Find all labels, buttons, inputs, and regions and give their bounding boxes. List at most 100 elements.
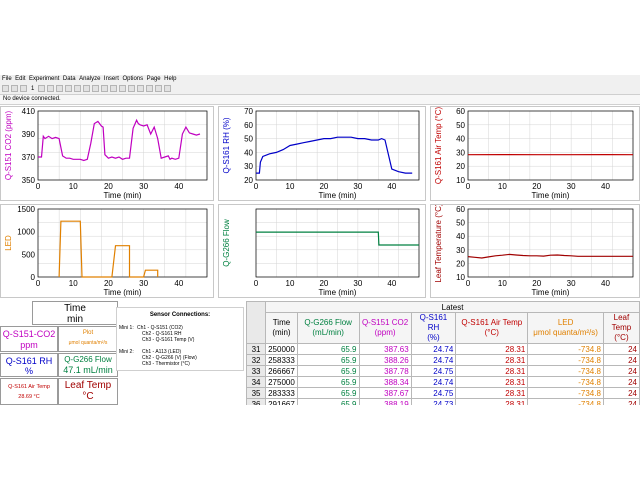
scale-icon[interactable]: [56, 85, 63, 92]
row-index[interactable]: 34: [246, 376, 267, 388]
data-table[interactable]: Latest Time (min) Q-G266 Flow (mL/min) Q-S…: [246, 301, 640, 405]
cell-col-air-temp[interactable]: 28.31: [455, 343, 529, 355]
menu-data[interactable]: Data: [61, 76, 77, 82]
cell-col-rh[interactable]: 24.74: [410, 354, 457, 366]
table-row[interactable]: 33 266667 65.9 387.78 24.75 28.31 -734.8 24: [246, 365, 640, 377]
cell-col-flow[interactable]: 65.9: [296, 343, 360, 355]
meter-rh[interactable]: Q-S161 RH %: [0, 353, 58, 377]
stats-icon[interactable]: [146, 85, 153, 92]
header-col-co2[interactable]: Q-S151 CO2 (ppm): [358, 312, 412, 344]
cell-col-time[interactable]: 258333: [265, 354, 298, 366]
cell-col-rh[interactable]: 24.74: [410, 343, 457, 355]
graph-co2[interactable]: 410 390 370 350 0 10 20 30 40 Time (min) Q-S151 CO…: [0, 106, 214, 201]
cell-col-time[interactable]: 283333: [265, 387, 298, 399]
cell-col-time[interactable]: 291667: [265, 398, 298, 405]
cell-col-flow[interactable]: 65.9: [296, 365, 360, 377]
cell-col-led[interactable]: -734.8: [527, 376, 604, 388]
menu-options[interactable]: Options: [120, 76, 144, 82]
graph-icon[interactable]: [65, 85, 72, 92]
open-file-icon[interactable]: [11, 85, 18, 92]
graph-flow[interactable]: 0 10 20 30 40 Time (min) Q-G266 Flow: [218, 204, 426, 298]
annotate-icon[interactable]: [164, 85, 171, 92]
zoom-icon[interactable]: [47, 85, 54, 92]
menu-page[interactable]: Page: [145, 76, 163, 82]
cell-col-co2[interactable]: 388.34: [358, 376, 412, 388]
cell-col-rh[interactable]: 24.75: [410, 387, 457, 399]
cell-col-co2[interactable]: 387.78: [358, 365, 412, 377]
integrate-icon[interactable]: [137, 85, 144, 92]
cell-col-led[interactable]: -734.8: [527, 354, 604, 366]
run-count[interactable]: 1: [31, 84, 34, 94]
cell-col-air-temp[interactable]: 28.31: [455, 398, 529, 405]
cell-col-led[interactable]: -734.8: [527, 398, 604, 405]
cell-col-time[interactable]: 275000: [265, 376, 298, 388]
cell-col-leaf-temp[interactable]: 24: [602, 365, 640, 377]
cell-col-time[interactable]: 250000: [265, 343, 298, 355]
meter-leaf-temp[interactable]: Leaf Temp °C: [58, 378, 118, 405]
header-col-rh[interactable]: Q-S161 RH (%): [410, 312, 457, 344]
cell-col-co2[interactable]: 388.26: [358, 354, 412, 366]
cell-col-leaf-temp[interactable]: 24: [602, 376, 640, 388]
graph-leaf-temp[interactable]: 60 50 40 30 20 10 0 10 20 30 40 Time (min) Leaf Temp…: [430, 204, 640, 298]
cell-col-rh[interactable]: 24.75: [410, 365, 457, 377]
menu-edit[interactable]: Edit: [13, 76, 27, 82]
header-col-led[interactable]: LED μmol quanta/m²/s): [527, 312, 604, 344]
cell-col-flow[interactable]: 65.9: [296, 398, 360, 405]
cell-col-leaf-temp[interactable]: 24: [602, 343, 640, 355]
text-icon[interactable]: [92, 85, 99, 92]
cursor-icon[interactable]: [110, 85, 117, 92]
meter-icon[interactable]: [83, 85, 90, 92]
graph-led[interactable]: 1500 1000 500 0 0 10 20 30 40 Time (min) LED: [0, 204, 214, 298]
header-col-leaf-temp[interactable]: Leaf Temp (°C): [602, 312, 640, 344]
cell-col-co2[interactable]: 388.19: [358, 398, 412, 405]
menu-analyze[interactable]: Analyze: [77, 76, 102, 82]
meter-led[interactable]: Plot μmol quanta/m²/s: [58, 326, 118, 352]
cell-col-air-temp[interactable]: 28.31: [455, 365, 529, 377]
table-row[interactable]: 35 283333 65.9 387.67 24.75 28.31 -734.8 24: [246, 387, 640, 399]
row-index[interactable]: 35: [246, 387, 267, 399]
cell-col-air-temp[interactable]: 28.31: [455, 387, 529, 399]
meter-co2[interactable]: Q-S151-CO2 ppm: [0, 326, 58, 352]
row-index[interactable]: 33: [246, 365, 267, 377]
cell-col-led[interactable]: -734.8: [527, 343, 604, 355]
cell-col-flow[interactable]: 65.9: [296, 376, 360, 388]
arrow-icon[interactable]: [101, 85, 108, 92]
table-row[interactable]: 36 291667 65.9 388.19 24.73 28.31 -734.8 24: [246, 398, 640, 405]
menu-experiment[interactable]: Experiment: [27, 76, 61, 82]
cell-col-flow[interactable]: 65.9: [296, 354, 360, 366]
cell-col-co2[interactable]: 387.67: [358, 387, 412, 399]
cell-col-rh[interactable]: 24.73: [410, 398, 457, 405]
cell-col-leaf-temp[interactable]: 24: [602, 387, 640, 399]
cell-col-co2[interactable]: 387.63: [358, 343, 412, 355]
cell-col-air-temp[interactable]: 28.31: [455, 376, 529, 388]
meter-air-temp[interactable]: Q-S161 Air Temp 28.69 °C: [0, 378, 58, 405]
meter-flow[interactable]: Q-G266 Flow 47.1 mL/min: [58, 353, 118, 377]
menu-help[interactable]: Help: [162, 76, 178, 82]
menu-file[interactable]: File: [0, 76, 13, 82]
cell-col-leaf-temp[interactable]: 24: [602, 398, 640, 405]
cell-col-air-temp[interactable]: 28.31: [455, 354, 529, 366]
meter-time[interactable]: Time min: [32, 301, 118, 325]
graph-air-temp[interactable]: 60 50 40 30 20 10 0 10 20 30 40 Time (min) Q-S161 Ai…: [430, 106, 640, 201]
dropdown-arrow-icon[interactable]: [38, 85, 45, 92]
cell-col-rh[interactable]: 24.74: [410, 376, 457, 388]
cell-col-leaf-temp[interactable]: 24: [602, 354, 640, 366]
header-col-time[interactable]: Time (min): [265, 312, 298, 344]
row-index[interactable]: 32: [246, 354, 267, 366]
row-index[interactable]: 31: [246, 343, 267, 355]
calculator-icon[interactable]: [119, 85, 126, 92]
graph-rh[interactable]: 70 60 50 40 30 20 0 10 20 30 40 Time (min) Q-S161 RH…: [218, 106, 426, 201]
table-row[interactable]: 34 275000 65.9 388.34 24.74 28.31 -734.8 24: [246, 376, 640, 388]
save-file-icon[interactable]: [20, 85, 27, 92]
row-index[interactable]: 36: [246, 398, 267, 405]
table-row[interactable]: 31 250000 65.9 387.63 24.74 28.31 -734.8 24: [246, 343, 640, 355]
menu-insert[interactable]: Insert: [102, 76, 121, 82]
new-file-icon[interactable]: [2, 85, 9, 92]
cell-col-flow[interactable]: 65.9: [296, 387, 360, 399]
tangent-icon[interactable]: [155, 85, 162, 92]
header-col-flow[interactable]: Q-G266 Flow (mL/min): [296, 312, 360, 344]
header-col-air-temp[interactable]: Q-S161 Air Temp (°C): [455, 312, 529, 344]
cell-col-led[interactable]: -734.8: [527, 365, 604, 377]
table-icon[interactable]: [74, 85, 81, 92]
fit-icon[interactable]: [128, 85, 135, 92]
